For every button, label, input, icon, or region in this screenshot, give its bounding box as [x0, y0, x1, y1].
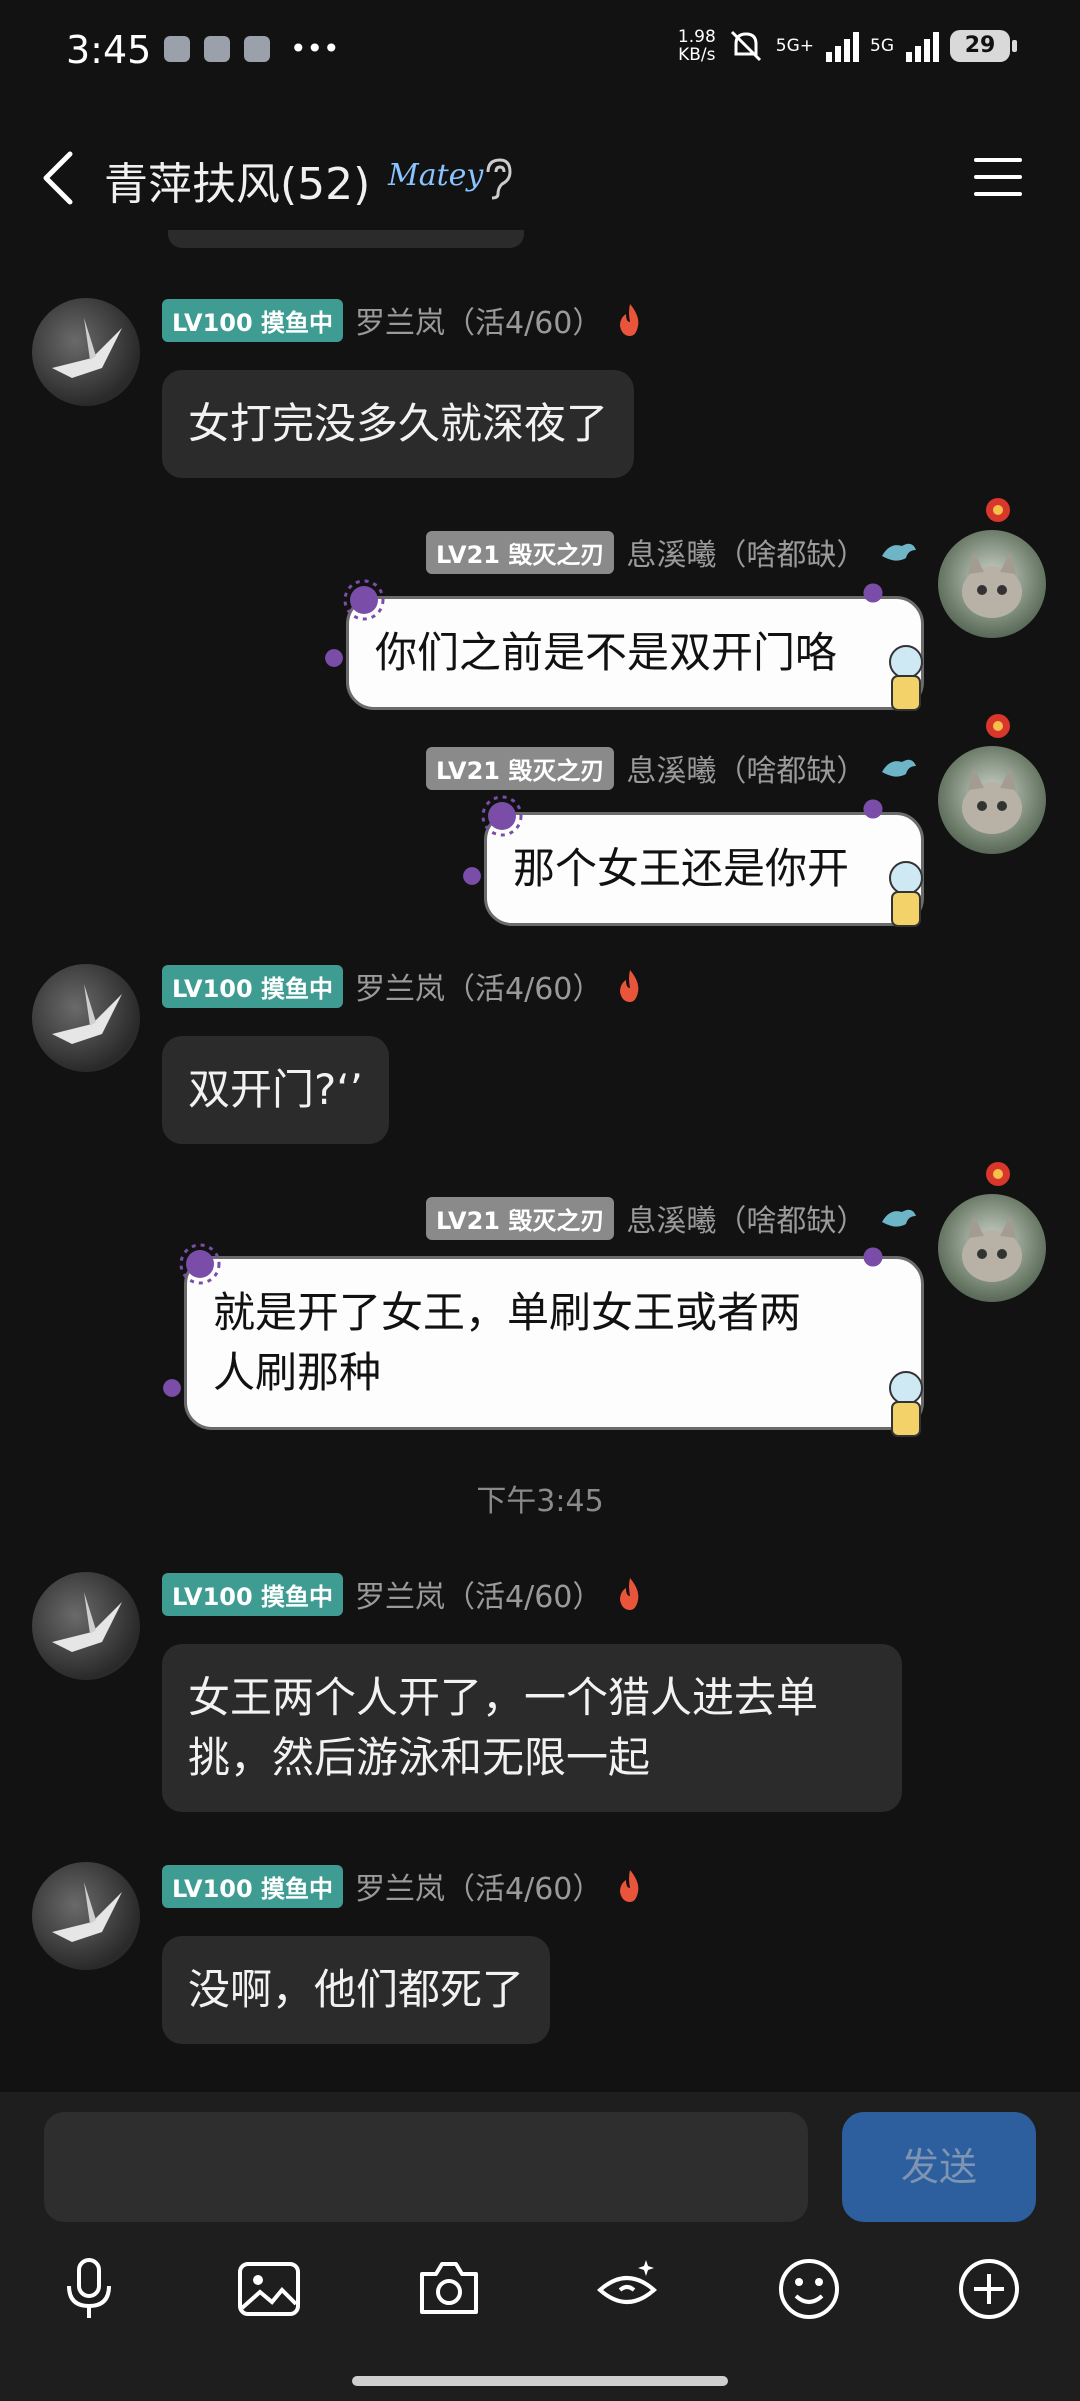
send-button[interactable]: 发送: [842, 2112, 1036, 2222]
avatar[interactable]: [32, 964, 140, 1072]
paper-crane-icon: [52, 1592, 122, 1652]
flower-icon: [986, 498, 1010, 522]
kitten-icon: [962, 552, 1022, 618]
flower-icon: [986, 714, 1010, 738]
virus-icon: [863, 583, 883, 603]
sender-row: LV100 摸鱼中 罗兰岚（活4/60）: [162, 1572, 646, 1616]
sender-name[interactable]: 息溪曦（啥都缺）: [626, 530, 866, 574]
virus-icon: [863, 799, 883, 819]
magic-eye-icon[interactable]: [592, 2254, 662, 2324]
sender-row: LV100 摸鱼中 罗兰岚（活4/60）: [162, 298, 646, 342]
image-icon[interactable]: [234, 2254, 304, 2324]
doctor-sticker-icon: [889, 1371, 923, 1437]
message-list[interactable]: LV100 摸鱼中 罗兰岚（活4/60） 女打完没多久就深夜了 LV21 毁灭之…: [0, 0, 1080, 2401]
previous-message-bubble: [168, 230, 524, 248]
level-badge: LV100 摸鱼中: [162, 1572, 344, 1616]
microphone-icon[interactable]: [54, 2254, 124, 2324]
message-input[interactable]: [44, 2112, 808, 2222]
sender-row: LV100 摸鱼中 罗兰岚（活4/60）: [162, 964, 646, 1008]
avatar[interactable]: [32, 1862, 140, 1970]
level-badge: LV100 摸鱼中: [162, 298, 344, 342]
message-timestamp: 下午3:45: [476, 1484, 604, 1519]
sender-name[interactable]: 罗兰岚（活4/60）: [355, 1864, 602, 1908]
composer: 发送: [0, 2092, 1080, 2401]
level-badge: LV21 毁灭之刃: [426, 746, 615, 790]
paper-crane-icon: [52, 318, 122, 378]
virus-icon: [325, 649, 343, 667]
mate-badge[interactable]: Matey: [388, 158, 483, 193]
paper-crane-icon: [52, 984, 122, 1044]
message-bubble[interactable]: 就是开了女王，单刷女王或者两 人刷那种: [184, 1256, 924, 1430]
avatar[interactable]: [32, 1572, 140, 1680]
message-bubble[interactable]: 双开门?‘’: [162, 1036, 389, 1144]
sender-name[interactable]: 罗兰岚（活4/60）: [355, 298, 602, 342]
menu-icon[interactable]: [970, 154, 1026, 200]
fire-icon: [620, 304, 639, 336]
virus-icon: [343, 579, 385, 621]
level-badge: LV21 毁灭之刃: [426, 530, 615, 574]
ear-icon[interactable]: [480, 156, 516, 200]
plus-icon[interactable]: [954, 2254, 1024, 2324]
virus-icon: [863, 1247, 883, 1267]
message-bubble[interactable]: 女王两个人开了，一个猎人进去单 挑，然后游泳和无限一起: [162, 1644, 902, 1812]
message-bubble[interactable]: 女打完没多久就深夜了: [162, 370, 635, 478]
doctor-sticker-icon: [889, 861, 923, 927]
sender-name[interactable]: 息溪曦（啥都缺）: [626, 1196, 866, 1240]
kitten-icon: [962, 768, 1022, 834]
message-bubble[interactable]: 你们之前是不是双开门咯: [346, 596, 924, 710]
sender-row: LV21 毁灭之刃 息溪曦（啥都缺）: [426, 1196, 918, 1240]
back-icon[interactable]: [34, 148, 84, 208]
camera-icon[interactable]: [414, 2254, 484, 2324]
virus-icon: [163, 1379, 181, 1397]
message-bubble[interactable]: 那个女王还是你开: [484, 812, 924, 926]
avatar[interactable]: [938, 530, 1046, 638]
message-bubble[interactable]: 没啊，他们都死了: [162, 1936, 551, 2044]
virus-icon: [481, 795, 523, 837]
sender-name[interactable]: 罗兰岚（活4/60）: [355, 1572, 602, 1616]
flower-icon: [986, 1162, 1010, 1186]
sender-row: LV21 毁灭之刃 息溪曦（啥都缺）: [426, 530, 918, 574]
sender-row: LV21 毁灭之刃 息溪曦（啥都缺）: [426, 746, 918, 790]
fire-icon: [620, 1870, 639, 1902]
level-badge: LV100 摸鱼中: [162, 1864, 344, 1908]
home-indicator[interactable]: [352, 2376, 728, 2386]
virus-icon: [463, 867, 481, 885]
level-badge: LV100 摸鱼中: [162, 964, 344, 1008]
dragon-icon: [882, 1209, 917, 1227]
dragon-icon: [882, 759, 917, 777]
composer-toolbar: [0, 2254, 1080, 2334]
sender-name[interactable]: 息溪曦（啥都缺）: [626, 746, 866, 790]
chat-header: 青萍扶风(52) Matey: [0, 120, 1080, 230]
virus-icon: [179, 1243, 221, 1285]
emoji-icon[interactable]: [774, 2254, 844, 2324]
level-badge: LV21 毁灭之刃: [426, 1196, 615, 1240]
group-title: 青萍扶风(52): [104, 159, 371, 210]
avatar[interactable]: [32, 298, 140, 406]
sender-name[interactable]: 罗兰岚（活4/60）: [355, 964, 602, 1008]
dragon-icon: [882, 543, 917, 561]
kitten-icon: [962, 1216, 1022, 1282]
avatar[interactable]: [938, 1194, 1046, 1302]
avatar[interactable]: [938, 746, 1046, 854]
doctor-sticker-icon: [889, 645, 923, 711]
paper-crane-icon: [52, 1882, 122, 1942]
fire-icon: [620, 970, 639, 1002]
fire-icon: [620, 1578, 639, 1610]
sender-row: LV100 摸鱼中 罗兰岚（活4/60）: [162, 1864, 646, 1908]
